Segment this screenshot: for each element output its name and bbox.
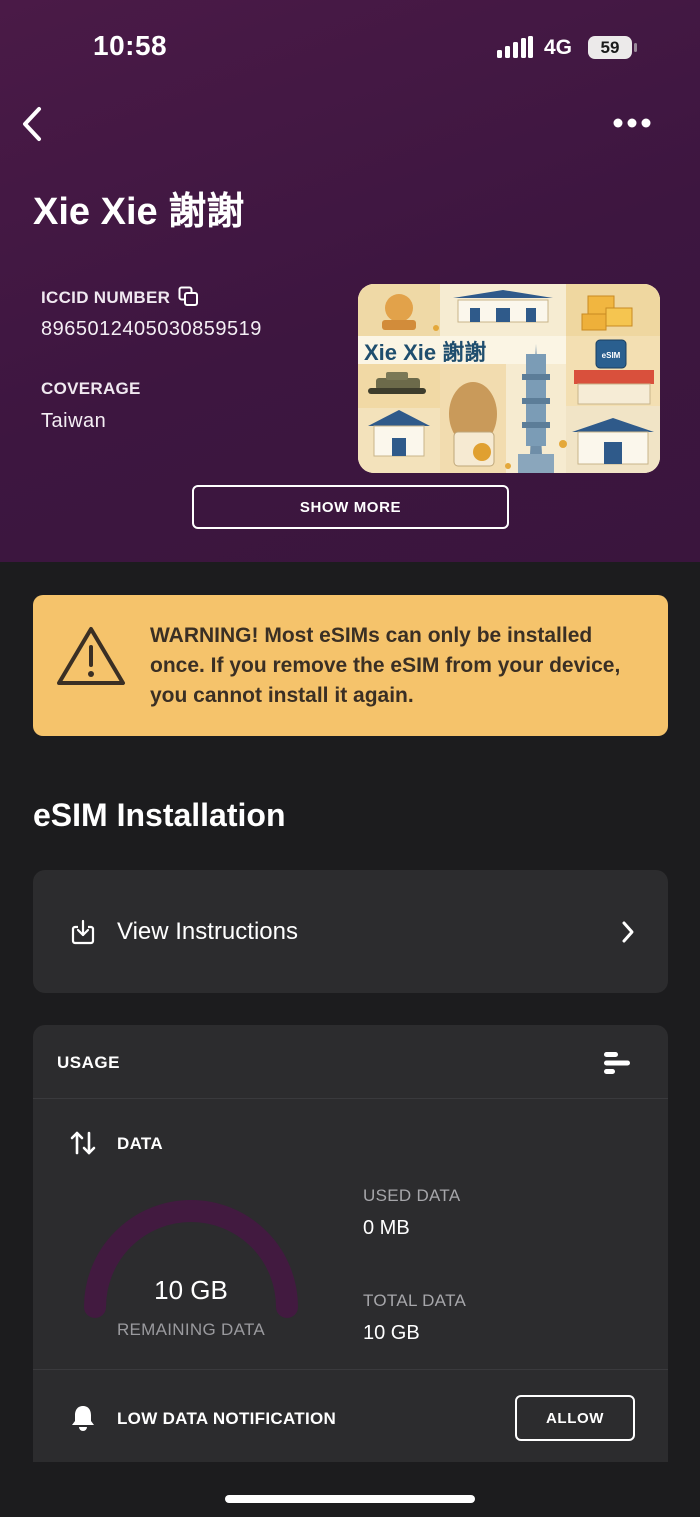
bell-icon — [72, 1406, 94, 1431]
view-instructions-label: View Instructions — [117, 918, 298, 945]
esim-card-artwork: Xie Xie 謝謝 eSIM — [358, 284, 660, 473]
coverage-value: Taiwan — [41, 410, 107, 432]
esim-header-panel: 10:58 4G 59 Xie Xie 謝謝 ICCID NUMBER 8965… — [0, 0, 700, 562]
view-instructions-row[interactable]: View Instructions — [33, 870, 668, 993]
taiwan-landmarks-illustration: Xie Xie 謝謝 eSIM — [358, 284, 660, 473]
data-transfer-icon — [70, 1131, 96, 1155]
network-type: 4G — [544, 36, 573, 59]
back-chevron-icon[interactable] — [18, 104, 48, 144]
usage-header: USAGE — [57, 1053, 120, 1072]
usage-card: USAGE DATA 10 GB REMAINING DATA USED DAT… — [33, 1025, 668, 1462]
chevron-right-icon — [622, 921, 634, 943]
data-label: DATA — [117, 1134, 163, 1153]
page-title: Xie Xie 謝謝 — [33, 191, 245, 233]
usage-divider-bottom — [33, 1369, 668, 1370]
used-data-value: 0 MB — [363, 1217, 410, 1239]
home-indicator[interactable] — [225, 1495, 475, 1503]
more-options-icon[interactable] — [610, 110, 654, 136]
total-data-value: 10 GB — [363, 1322, 420, 1344]
warning-text: WARNING! Most eSIMs can only be installe… — [150, 624, 621, 707]
remaining-data-label: REMAINING DATA — [116, 1320, 266, 1339]
card-brand-text: Xie Xie 謝謝 — [364, 340, 486, 365]
used-data-label: USED DATA — [363, 1186, 461, 1205]
usage-bars-icon[interactable] — [602, 1050, 632, 1076]
signal-icon — [497, 36, 533, 58]
download-icon — [71, 919, 95, 945]
battery-nub — [634, 43, 637, 52]
card-chip-text: eSIM — [602, 351, 621, 360]
coverage-label: COVERAGE — [41, 379, 141, 398]
iccid-value: 8965012405030859519 — [41, 318, 262, 340]
low-data-notification-label: LOW DATA NOTIFICATION — [117, 1409, 337, 1428]
installation-section-title: eSIM Installation — [33, 797, 286, 833]
status-time: 10:58 — [93, 30, 168, 61]
warning-triangle-icon — [57, 627, 125, 685]
remaining-data-value: 10 GB — [154, 1275, 228, 1305]
copy-icon[interactable] — [178, 286, 199, 307]
total-data-label: TOTAL DATA — [363, 1291, 467, 1310]
usage-divider-top — [33, 1098, 668, 1099]
show-more-button[interactable]: SHOW MORE — [192, 485, 509, 529]
allow-notification-button[interactable]: ALLOW — [515, 1395, 635, 1441]
iccid-label: ICCID NUMBER — [41, 288, 171, 307]
warning-banner: WARNING! Most eSIMs can only be installe… — [33, 595, 668, 736]
battery-icon: 59 — [588, 36, 632, 59]
